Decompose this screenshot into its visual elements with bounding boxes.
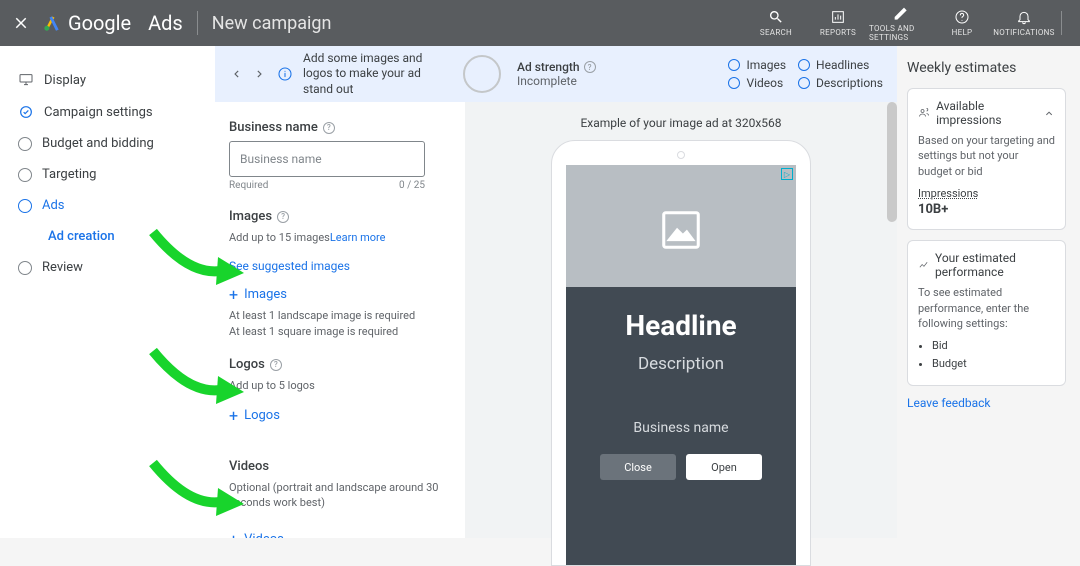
opt-headlines: Headlines: [798, 58, 883, 72]
add-images-button[interactable]: +Images: [229, 285, 451, 304]
image-placeholder-icon: [658, 207, 704, 253]
preview-business: Business name: [633, 420, 728, 436]
learn-more-link[interactable]: Learn more: [330, 231, 386, 244]
nav-review[interactable]: Review: [0, 252, 215, 283]
estimates-pane: Weekly estimates Available impressions B…: [897, 46, 1080, 538]
plus-icon: +: [229, 406, 238, 425]
notifications-tool[interactable]: NOTIFICATIONS: [993, 5, 1055, 42]
help-icon[interactable]: [584, 61, 596, 73]
add-logos-button[interactable]: +Logos: [229, 406, 451, 425]
ad-chip-icon: ▷: [781, 168, 793, 180]
chevron-left-icon[interactable]: [229, 67, 243, 81]
scrollbar[interactable]: [887, 102, 897, 222]
ad-form-pane: Business name Business name Required0 / …: [215, 102, 465, 538]
help-icon[interactable]: [270, 359, 282, 371]
opt-videos: Videos: [728, 76, 786, 90]
info-icon: [277, 66, 293, 82]
nav-targeting[interactable]: Targeting: [0, 159, 215, 190]
help-icon[interactable]: [323, 122, 335, 134]
page-title: New campaign: [212, 13, 332, 34]
help-tool[interactable]: HELP: [931, 5, 993, 42]
see-suggested-link[interactable]: See suggested images: [229, 259, 451, 273]
leave-feedback-link[interactable]: Leave feedback: [907, 396, 1066, 410]
opt-images: Images: [728, 58, 786, 72]
close-icon[interactable]: [12, 14, 30, 32]
nav-budget-bidding[interactable]: Budget and bidding: [0, 128, 215, 159]
people-icon: [918, 106, 930, 120]
left-nav: Display Campaign settings Budget and bid…: [0, 46, 215, 538]
business-name-input[interactable]: Business name: [229, 141, 425, 177]
nav-display[interactable]: Display: [0, 64, 215, 96]
tools-settings-tool[interactable]: TOOLS AND SETTINGS: [869, 5, 931, 42]
preview-title: Example of your image ad at 320x568: [580, 116, 781, 130]
preview-open-button[interactable]: Open: [686, 454, 762, 480]
impressions-card: Available impressions Based on your targ…: [907, 88, 1066, 230]
add-videos-button[interactable]: +Videos: [229, 530, 451, 538]
estimates-title: Weekly estimates: [907, 60, 1066, 76]
phone-frame: ▷ Headline Description Business name Clo…: [551, 140, 811, 566]
chart-icon: [918, 258, 929, 272]
ad-strength-banner: Add some images and logos to make your a…: [215, 46, 897, 102]
ad-preview-pane: Example of your image ad at 320x568 ▷ He…: [465, 46, 897, 538]
plus-icon: +: [229, 530, 238, 538]
performance-card: Your estimated performance To see estima…: [907, 240, 1066, 385]
chevron-up-icon[interactable]: [1043, 106, 1055, 120]
nav-ad-creation[interactable]: Ad creation: [0, 221, 215, 252]
preview-description: Description: [638, 354, 724, 374]
opt-descriptions: Descriptions: [798, 76, 883, 90]
nav-campaign-settings[interactable]: Campaign settings: [0, 96, 215, 128]
preview-headline: Headline: [625, 309, 736, 342]
strength-ring: [463, 55, 501, 93]
nav-ads[interactable]: Ads: [0, 190, 215, 221]
search-tool[interactable]: SEARCH: [745, 5, 807, 42]
reports-tool[interactable]: REPORTS: [807, 5, 869, 42]
banner-message: Add some images and logos to make your a…: [303, 51, 453, 98]
chevron-right-icon[interactable]: [253, 67, 267, 81]
google-ads-logo: Google Ads: [42, 11, 183, 35]
preview-close-button[interactable]: Close: [600, 454, 676, 480]
plus-icon: +: [229, 285, 238, 304]
help-icon[interactable]: [277, 211, 289, 223]
